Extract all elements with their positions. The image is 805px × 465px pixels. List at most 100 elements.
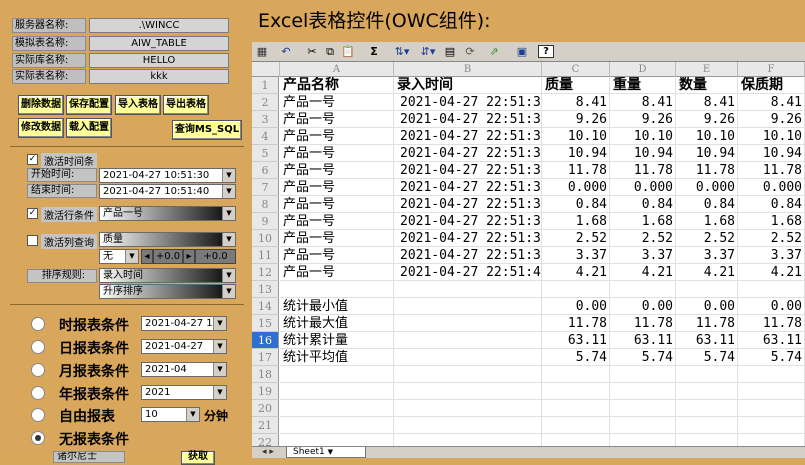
row-number[interactable]: 3 bbox=[252, 111, 279, 128]
sheet-cell[interactable]: 5.74 bbox=[610, 349, 676, 366]
sheet-cell[interactable] bbox=[394, 298, 542, 315]
sheet-cell[interactable]: 1.68 bbox=[610, 213, 676, 230]
load-config-button[interactable]: 载入配置 bbox=[66, 118, 112, 138]
copy-icon[interactable]: ⧉ bbox=[322, 44, 338, 60]
sheet-cell[interactable]: 3.37 bbox=[738, 247, 805, 264]
sheet-cell[interactable]: 4.21 bbox=[610, 264, 676, 281]
sheet-cell[interactable]: 8.41 bbox=[676, 94, 738, 111]
sheet-cell[interactable]: 2.52 bbox=[610, 230, 676, 247]
sheet-cell[interactable]: 4.21 bbox=[676, 264, 738, 281]
tab-sheet1[interactable]: Sheet1 ▼ bbox=[286, 447, 366, 458]
spin-left-icon[interactable]: ◂ bbox=[141, 249, 153, 264]
sheet-cell[interactable]: 产品一号 bbox=[280, 247, 394, 264]
sheet-cell[interactable]: 4.21 bbox=[738, 264, 805, 281]
spin2-value[interactable]: +0.0 bbox=[195, 249, 236, 264]
modify-data-button[interactable]: 修改数据 bbox=[18, 118, 64, 138]
help-icon[interactable]: ? bbox=[538, 45, 554, 58]
sheet-cell[interactable] bbox=[542, 366, 610, 383]
sheet-cell[interactable]: 0.000 bbox=[542, 179, 610, 196]
row-number[interactable]: 2 bbox=[252, 94, 279, 111]
sheet-cell[interactable] bbox=[394, 332, 542, 349]
day-report-select[interactable]: 2021-04-27 ▼ bbox=[141, 339, 227, 354]
sheet-cell[interactable] bbox=[676, 417, 738, 434]
year-report-select[interactable]: 2021 ▼ bbox=[141, 385, 227, 400]
sheet-cell[interactable]: 11.78 bbox=[542, 315, 610, 332]
col-a-header[interactable]: A bbox=[280, 62, 394, 77]
sheet-cell[interactable]: 2021-04-27 22:51:30 bbox=[394, 94, 542, 111]
sheet-cell[interactable]: 0.00 bbox=[676, 298, 738, 315]
row-number[interactable]: 19 bbox=[252, 383, 279, 400]
sheet-cell[interactable] bbox=[738, 383, 805, 400]
row-number[interactable]: 8 bbox=[252, 196, 279, 213]
row-number[interactable]: 15 bbox=[252, 315, 279, 332]
sheet-cell[interactable]: 产品一号 bbox=[280, 179, 394, 196]
start-time-select[interactable]: 2021-04-27 10:51:30 ▼ bbox=[99, 168, 236, 183]
sheet-cell[interactable]: 11.78 bbox=[676, 162, 738, 179]
header-cell[interactable]: 数量 bbox=[676, 77, 738, 94]
spin1-value[interactable]: +0.0 bbox=[153, 249, 183, 264]
sheet-cell[interactable]: 11.78 bbox=[738, 315, 805, 332]
sheet-cell[interactable]: 1.68 bbox=[542, 213, 610, 230]
export-icon[interactable]: ⇗ bbox=[486, 44, 502, 60]
sheet-cell[interactable]: 0.000 bbox=[738, 179, 805, 196]
sheet-cell[interactable] bbox=[610, 383, 676, 400]
sheet-cell[interactable]: 63.11 bbox=[610, 332, 676, 349]
sheet-cell[interactable]: 2021-04-27 22:51:38 bbox=[394, 230, 542, 247]
sheet-cell[interactable] bbox=[738, 366, 805, 383]
sheet-cell[interactable]: 5.74 bbox=[542, 349, 610, 366]
col-d-header[interactable]: D bbox=[610, 62, 676, 77]
refresh-icon[interactable]: ⟳ bbox=[462, 44, 478, 60]
sheet-cell[interactable]: 5.74 bbox=[676, 349, 738, 366]
sheet-cell[interactable]: 1.68 bbox=[676, 213, 738, 230]
sheet-cell[interactable] bbox=[280, 434, 394, 446]
sheet-cell[interactable] bbox=[542, 417, 610, 434]
day-report-radio[interactable] bbox=[31, 340, 45, 354]
sheet-cell[interactable] bbox=[394, 434, 542, 446]
sheet-cell[interactable]: 10.94 bbox=[738, 145, 805, 162]
sheet-cell[interactable]: 10.94 bbox=[610, 145, 676, 162]
sheet-cell[interactable]: 0.00 bbox=[610, 298, 676, 315]
sheet-cell[interactable] bbox=[738, 417, 805, 434]
sheet-cell[interactable]: 产品一号 bbox=[280, 145, 394, 162]
sheet-cell[interactable] bbox=[280, 400, 394, 417]
free-report-radio[interactable] bbox=[31, 408, 45, 422]
row-number[interactable]: 13 bbox=[252, 281, 279, 298]
row-number[interactable]: 4 bbox=[252, 128, 279, 145]
sheet-cell[interactable] bbox=[542, 400, 610, 417]
sheet-cell[interactable] bbox=[610, 366, 676, 383]
sheet-cell[interactable]: 8.41 bbox=[542, 94, 610, 111]
row-number[interactable]: 6 bbox=[252, 162, 279, 179]
sheet-cell[interactable]: 统计累计量 bbox=[280, 332, 394, 349]
row-cond-checkbox[interactable]: ✓ bbox=[27, 208, 38, 219]
row-number[interactable]: 16 bbox=[252, 332, 279, 349]
sheet-cell[interactable]: 0.84 bbox=[610, 196, 676, 213]
grid-icon[interactable]: ▦ bbox=[254, 44, 270, 60]
sheet-cell[interactable] bbox=[676, 383, 738, 400]
row-number[interactable]: 10 bbox=[252, 230, 279, 247]
row-number[interactable]: 11 bbox=[252, 247, 279, 264]
sheet-cell[interactable]: 产品一号 bbox=[280, 94, 394, 111]
sheet-cell[interactable]: 0.84 bbox=[542, 196, 610, 213]
select-all-corner[interactable] bbox=[252, 62, 280, 77]
sheet-cell[interactable]: 2021-04-27 22:51:35 bbox=[394, 179, 542, 196]
row-number[interactable]: 17 bbox=[252, 349, 279, 366]
sheet-cell[interactable]: 2021-04-27 22:51:36 bbox=[394, 196, 542, 213]
sheet-cell[interactable] bbox=[738, 434, 805, 446]
sheet-cell[interactable]: 产品一号 bbox=[280, 230, 394, 247]
sheet-cell[interactable]: 2021-04-27 22:51:32 bbox=[394, 128, 542, 145]
sheet-cell[interactable]: 1.68 bbox=[738, 213, 805, 230]
sheet-cell[interactable]: 63.11 bbox=[542, 332, 610, 349]
sheet-cell[interactable]: 9.26 bbox=[610, 111, 676, 128]
sheet-cell[interactable] bbox=[676, 366, 738, 383]
header-cell[interactable]: 保质期 bbox=[738, 77, 805, 94]
filter-icon[interactable]: ▤ bbox=[442, 44, 458, 60]
sheet-cell[interactable]: 63.11 bbox=[676, 332, 738, 349]
sheet-cell[interactable]: 11.78 bbox=[738, 162, 805, 179]
sheet-cell[interactable] bbox=[610, 434, 676, 446]
properties-icon[interactable]: ▣ bbox=[514, 44, 530, 60]
sheet-cell[interactable] bbox=[610, 281, 676, 298]
sheet-cell[interactable]: 0.84 bbox=[676, 196, 738, 213]
sheet-cell[interactable] bbox=[676, 281, 738, 298]
sheet-cell[interactable]: 10.94 bbox=[676, 145, 738, 162]
operator-select[interactable]: 无 ▼ bbox=[99, 249, 139, 264]
